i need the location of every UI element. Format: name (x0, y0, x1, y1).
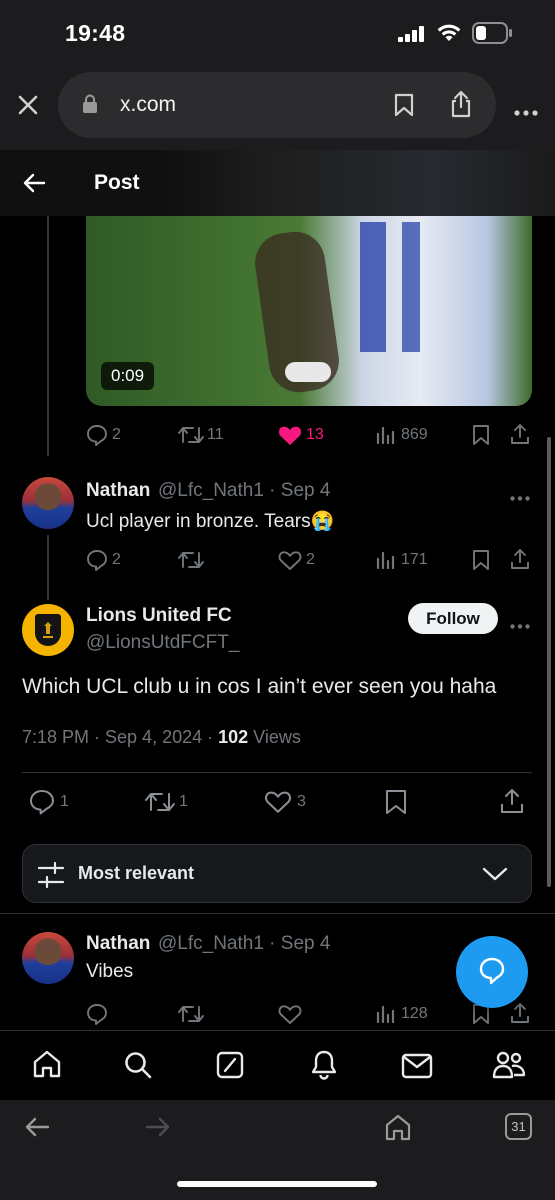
reply-count: 2 (112, 551, 121, 568)
avatar[interactable] (22, 932, 74, 984)
thread-line (47, 535, 49, 600)
author-handle[interactable]: @LionsUtdFCFT_ (86, 632, 239, 654)
more-icon[interactable] (510, 488, 530, 506)
video-duration: 0:09 (101, 362, 155, 390)
tabs-count[interactable]: 31 (505, 1113, 532, 1140)
like-icon[interactable] (278, 550, 302, 576)
like-icon[interactable] (264, 790, 292, 819)
filter-icon (37, 861, 65, 894)
repost-count: 1 (179, 793, 188, 810)
repost-button[interactable] (178, 425, 204, 450)
bottom-tab-bar (0, 1030, 555, 1100)
share-icon[interactable] (450, 90, 472, 123)
forward-arrow-icon[interactable] (145, 1117, 171, 1142)
bookmark-icon[interactable] (472, 549, 490, 576)
close-icon[interactable] (18, 95, 38, 120)
repost-button[interactable] (145, 791, 175, 818)
scrollbar[interactable] (547, 437, 551, 887)
like-count: 13 (306, 426, 324, 443)
back-arrow-icon[interactable] (22, 172, 46, 199)
repost-button[interactable] (178, 550, 204, 575)
author-name[interactable]: Nathan (86, 933, 150, 955)
repost-button[interactable] (178, 1004, 204, 1029)
divider (0, 913, 555, 914)
notifications-bell-icon[interactable] (310, 1049, 338, 1086)
post-text: Which UCL club u in cos I ain’t ever see… (22, 675, 497, 698)
views-icon[interactable] (376, 1005, 396, 1028)
reply-button[interactable] (29, 789, 55, 820)
post-text: Ucl player in bronze. Tears😭 (86, 511, 335, 532)
avatar[interactable] (22, 477, 74, 529)
reply-button[interactable] (86, 549, 108, 576)
home-icon[interactable] (32, 1049, 62, 1084)
like-filled-icon[interactable] (278, 425, 302, 451)
bookmark-icon[interactable] (472, 424, 490, 451)
author-name[interactable]: Lions United FC (86, 605, 232, 627)
reply-button[interactable] (86, 1003, 108, 1030)
chat-bubble-icon (478, 956, 506, 991)
post-text: Vibes (86, 961, 134, 982)
post-timestamp: 7:18 PM · Sep 4, 2024 · (22, 727, 219, 747)
share-icon[interactable] (510, 548, 530, 575)
author-handle[interactable]: @Lfc_Nath1 · Sep 4 (158, 933, 330, 955)
status-time: 19:48 (65, 20, 126, 46)
search-icon[interactable] (123, 1050, 153, 1085)
sort-label[interactable]: Most relevant (78, 863, 194, 884)
follow-button[interactable]: Follow (408, 603, 498, 634)
repost-count: 11 (207, 426, 224, 443)
messages-mail-icon[interactable] (401, 1053, 433, 1084)
reply-button[interactable] (86, 424, 108, 451)
post-meta: 7:18 PM · Sep 4, 2024 · 102 Views (22, 727, 301, 748)
more-icon[interactable] (510, 616, 530, 634)
grok-icon[interactable] (216, 1051, 244, 1084)
author-name[interactable]: Nathan (86, 480, 150, 502)
more-icon[interactable] (514, 103, 538, 121)
back-arrow-icon[interactable] (24, 1117, 50, 1142)
lock-icon (82, 94, 98, 119)
wifi-icon (436, 23, 462, 48)
reply-count: 2 (112, 426, 121, 443)
share-icon[interactable] (510, 423, 530, 450)
video-content (402, 222, 420, 352)
page-title: Post (94, 171, 140, 194)
views-icon[interactable] (376, 426, 396, 449)
chevron-down-icon[interactable] (482, 866, 508, 887)
share-icon[interactable] (500, 788, 524, 819)
views-label: Views (248, 727, 301, 747)
bookmark-icon[interactable] (385, 789, 407, 820)
like-count: 3 (297, 793, 306, 810)
views-icon[interactable] (376, 551, 396, 574)
bookmark-icon[interactable] (394, 93, 414, 122)
like-count: 2 (306, 551, 315, 568)
home-indicator (177, 1181, 377, 1187)
views-count: 171 (401, 551, 428, 568)
views-number[interactable]: 102 (218, 727, 248, 747)
communities-icon[interactable] (492, 1049, 526, 1086)
battery-icon (472, 22, 514, 49)
video-content (360, 222, 386, 352)
url-text[interactable]: x.com (120, 93, 176, 117)
signal-icon (398, 26, 426, 47)
like-icon[interactable] (278, 1004, 302, 1030)
reply-count: 1 (60, 793, 69, 810)
video-content (285, 362, 331, 382)
divider (22, 772, 532, 773)
browser-home-icon[interactable] (385, 1113, 411, 1146)
share-icon[interactable] (510, 1002, 530, 1029)
views-count: 869 (401, 426, 428, 443)
views-count: 128 (401, 1005, 428, 1022)
thread-line (47, 216, 49, 456)
club-crest-icon (35, 614, 61, 646)
author-handle[interactable]: @Lfc_Nath1 · Sep 4 (158, 480, 330, 502)
header-blur (160, 150, 555, 216)
